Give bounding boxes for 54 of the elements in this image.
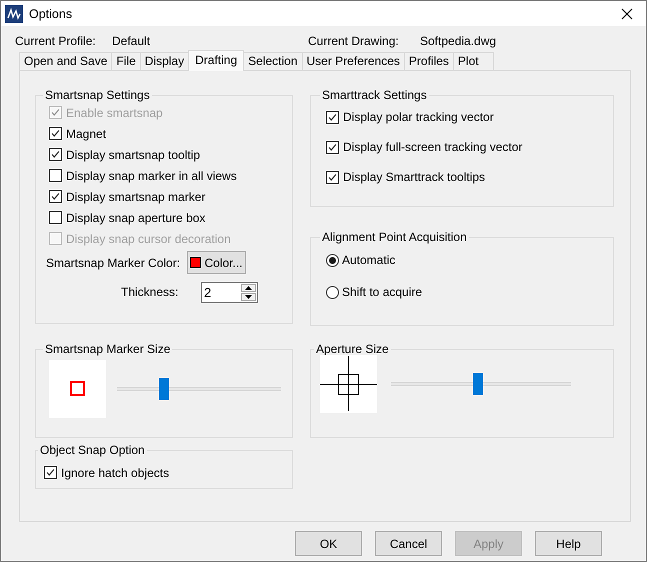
profile-value: Default (112, 34, 152, 48)
drawing-value: Softpedia.dwg (420, 34, 498, 48)
checkbox-label: Enable smartsnap (66, 106, 163, 120)
checkbox[interactable] (49, 169, 62, 182)
color-button[interactable]: Color... (187, 251, 246, 274)
tab[interactable]: File (111, 52, 140, 70)
drawing-label: Current Drawing: (308, 34, 400, 48)
group-title: Aperture Size (314, 342, 391, 356)
app-icon (5, 4, 23, 22)
radio-button[interactable] (326, 286, 339, 298)
tab[interactable]: Profiles (404, 52, 453, 70)
profile-label: Current Profile: (15, 34, 97, 48)
checkbox[interactable] (44, 466, 57, 479)
checkbox-label: Display snap marker in all views (66, 168, 237, 182)
marker-preview-drawing (49, 360, 106, 418)
radio-label: Automatic (342, 253, 396, 267)
checkbox-label: Display smartsnap marker (66, 190, 206, 204)
checkbox-label: Display smartsnap tooltip (66, 148, 200, 162)
group-title: Smartsnap Marker Size (43, 342, 172, 356)
dialog-button[interactable]: OK (295, 531, 362, 556)
group-title: Alignment Point Acquisition (320, 230, 469, 244)
checkbox[interactable] (49, 148, 62, 161)
checkbox-label: Display Smarttrack tooltips (343, 170, 486, 184)
tab[interactable]: Plot (452, 52, 494, 70)
checkbox-label: Display snap cursor decoration (66, 232, 231, 246)
close-icon (621, 8, 633, 20)
checkbox[interactable] (326, 170, 339, 184)
checkbox[interactable] (326, 110, 339, 124)
slider-thumb[interactable] (158, 378, 169, 400)
dialog-button[interactable]: Cancel (375, 531, 442, 556)
checkbox[interactable] (49, 190, 62, 203)
crosshair-drawing (320, 355, 377, 413)
checkbox[interactable] (49, 127, 62, 140)
tab[interactable]: User Preferences (302, 52, 404, 70)
group-title: Smarttrack Settings (320, 88, 429, 102)
tab[interactable]: Open and Save (19, 52, 112, 70)
checkbox-label: Ignore hatch objects (61, 466, 170, 480)
radio-button[interactable] (326, 254, 339, 266)
thickness-label: Thickness: (121, 285, 180, 299)
group-title: Smartsnap Settings (43, 88, 152, 102)
checkbox-label: Display polar tracking vector (343, 110, 494, 124)
tab[interactable]: Drafting (188, 50, 244, 71)
checkbox[interactable] (49, 211, 62, 224)
slider-thumb[interactable] (472, 373, 483, 395)
color-label: Smartsnap Marker Color: (46, 256, 182, 270)
tab[interactable]: Display (140, 52, 188, 70)
group-title: Object Snap Option (38, 443, 147, 457)
dialog-button[interactable]: Help (535, 531, 602, 556)
window-title: Options (29, 6, 72, 20)
checkbox[interactable] (326, 140, 339, 154)
radio-label: Shift to acquire (342, 285, 422, 299)
checkbox-label: Magnet (66, 126, 106, 140)
checkbox-label: Display snap aperture box (66, 210, 206, 224)
checkbox-label: Display full-screen tracking vector (343, 140, 522, 154)
